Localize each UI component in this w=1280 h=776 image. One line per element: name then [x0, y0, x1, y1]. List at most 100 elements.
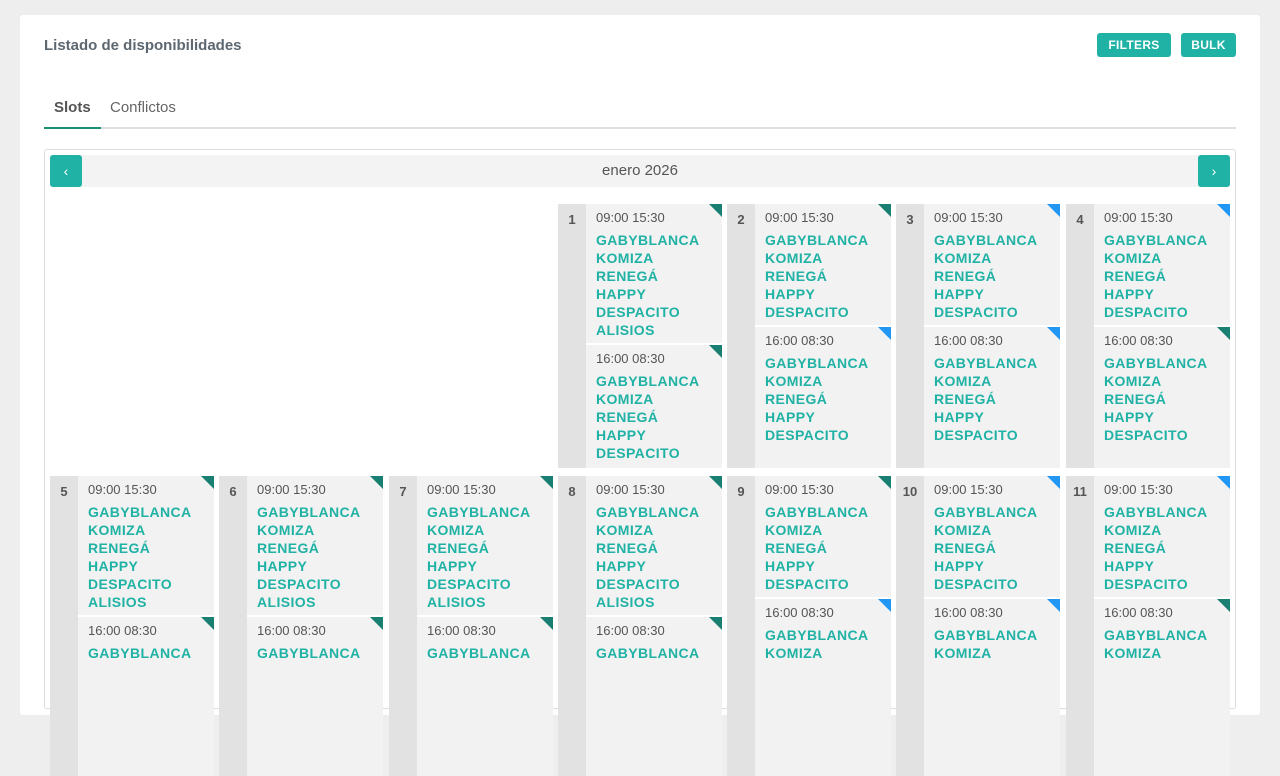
day-cell[interactable]: 1 09:00 15:30 GABYBLANCA KOMIZA RENEGÁ HAPPY D…	[558, 204, 722, 468]
property-link[interactable]: DESPACITO	[934, 426, 1060, 444]
property-link[interactable]: ALISIOS	[427, 593, 553, 611]
property-link[interactable]: GABYBLANCA	[1104, 354, 1230, 372]
slot-block[interactable]: 09:00 15:30 GABYBLANCA KOMIZA RENEGÁ HAPPY DE…	[586, 204, 722, 343]
property-link[interactable]: HAPPY	[1104, 408, 1230, 426]
slot-block[interactable]: 16:00 08:30 GABYBLANCA	[417, 615, 553, 666]
property-link[interactable]: KOMIZA	[934, 249, 1060, 267]
property-link[interactable]: ALISIOS	[88, 593, 214, 611]
property-link[interactable]: GABYBLANCA	[765, 231, 891, 249]
property-link[interactable]: GABYBLANCA	[934, 503, 1060, 521]
property-link[interactable]: DESPACITO	[765, 575, 891, 593]
property-link[interactable]: HAPPY	[88, 557, 214, 575]
property-link[interactable]: KOMIZA	[765, 521, 891, 539]
property-link[interactable]: HAPPY	[427, 557, 553, 575]
tab-conflictos[interactable]: Conflictos	[110, 99, 176, 129]
slot-block[interactable]: 16:00 08:30 GABYBLANCA KOMIZA	[924, 597, 1060, 666]
slot-block[interactable]: 09:00 15:30 GABYBLANCA KOMIZA RENEGÁ HAPPY DE…	[924, 476, 1060, 597]
property-link[interactable]: KOMIZA	[596, 390, 722, 408]
property-link[interactable]: DESPACITO	[596, 575, 722, 593]
property-link[interactable]: GABYBLANCA	[596, 503, 722, 521]
property-link[interactable]: HAPPY	[934, 285, 1060, 303]
property-link[interactable]: GABYBLANCA	[1104, 231, 1230, 249]
property-link[interactable]: RENEGÁ	[596, 267, 722, 285]
property-link[interactable]: GABYBLANCA	[88, 644, 214, 662]
property-link[interactable]: RENEGÁ	[934, 267, 1060, 285]
property-link[interactable]: GABYBLANCA	[934, 231, 1060, 249]
property-link[interactable]: HAPPY	[596, 285, 722, 303]
day-cell[interactable]: 9 09:00 15:30 GABYBLANCA KOMIZA RENEGÁ HAPPY D…	[727, 476, 891, 776]
property-link[interactable]: KOMIZA	[934, 644, 1060, 662]
property-link[interactable]: DESPACITO	[1104, 426, 1230, 444]
property-link[interactable]: KOMIZA	[765, 644, 891, 662]
slot-block[interactable]: 09:00 15:30 GABYBLANCA KOMIZA RENEGÁ HAPPY DE…	[1094, 204, 1230, 325]
property-link[interactable]: KOMIZA	[1104, 521, 1230, 539]
property-link[interactable]: KOMIZA	[765, 249, 891, 267]
property-link[interactable]: GABYBLANCA	[934, 626, 1060, 644]
property-link[interactable]: HAPPY	[1104, 285, 1230, 303]
property-link[interactable]: RENEGÁ	[596, 408, 722, 426]
property-link[interactable]: HAPPY	[765, 557, 891, 575]
property-link[interactable]: HAPPY	[765, 408, 891, 426]
property-link[interactable]: KOMIZA	[596, 521, 722, 539]
property-link[interactable]: ALISIOS	[596, 593, 722, 611]
slot-block[interactable]: 16:00 08:30 GABYBLANCA KOMIZA RENEGÁ HAPPY DE…	[586, 343, 722, 466]
property-link[interactable]: DESPACITO	[257, 575, 383, 593]
slot-block[interactable]: 16:00 08:30 GABYBLANCA	[78, 615, 214, 666]
property-link[interactable]: DESPACITO	[765, 426, 891, 444]
property-link[interactable]: RENEGÁ	[765, 267, 891, 285]
property-link[interactable]: GABYBLANCA	[88, 503, 214, 521]
property-link[interactable]: GABYBLANCA	[257, 644, 383, 662]
slot-block[interactable]: 09:00 15:30 GABYBLANCA KOMIZA RENEGÁ HAPPY DE…	[755, 476, 891, 597]
slot-block[interactable]: 16:00 08:30 GABYBLANCA KOMIZA RENEGÁ HAPPY DE…	[924, 325, 1060, 448]
property-link[interactable]: RENEGÁ	[934, 390, 1060, 408]
slot-block[interactable]: 09:00 15:30 GABYBLANCA KOMIZA RENEGÁ HAPPY DE…	[924, 204, 1060, 325]
slot-block[interactable]: 09:00 15:30 GABYBLANCA KOMIZA RENEGÁ HAPPY DE…	[247, 476, 383, 615]
bulk-button[interactable]: BULK	[1181, 33, 1236, 57]
slot-block[interactable]: 09:00 15:30 GABYBLANCA KOMIZA RENEGÁ HAPPY DE…	[78, 476, 214, 615]
property-link[interactable]: HAPPY	[596, 557, 722, 575]
property-link[interactable]: GABYBLANCA	[765, 503, 891, 521]
tab-slots[interactable]: Slots	[44, 99, 101, 129]
slot-block[interactable]: 09:00 15:30 GABYBLANCA KOMIZA RENEGÁ HAPPY DE…	[417, 476, 553, 615]
property-link[interactable]: GABYBLANCA	[1104, 626, 1230, 644]
day-cell[interactable]: 6 09:00 15:30 GABYBLANCA KOMIZA RENEGÁ HAPPY D…	[219, 476, 383, 776]
property-link[interactable]: RENEGÁ	[934, 539, 1060, 557]
day-cell[interactable]: 7 09:00 15:30 GABYBLANCA KOMIZA RENEGÁ HAPPY D…	[389, 476, 553, 776]
property-link[interactable]: KOMIZA	[257, 521, 383, 539]
property-link[interactable]: GABYBLANCA	[765, 354, 891, 372]
property-link[interactable]: KOMIZA	[934, 521, 1060, 539]
prev-month-button[interactable]: ‹	[50, 155, 82, 187]
property-link[interactable]: GABYBLANCA	[427, 644, 553, 662]
property-link[interactable]: DESPACITO	[1104, 303, 1230, 321]
property-link[interactable]: DESPACITO	[427, 575, 553, 593]
property-link[interactable]: RENEGÁ	[88, 539, 214, 557]
property-link[interactable]: KOMIZA	[1104, 372, 1230, 390]
property-link[interactable]: RENEGÁ	[1104, 539, 1230, 557]
property-link[interactable]: RENEGÁ	[765, 539, 891, 557]
slot-block[interactable]: 16:00 08:30 GABYBLANCA	[586, 615, 722, 666]
property-link[interactable]: RENEGÁ	[1104, 390, 1230, 408]
slot-block[interactable]: 16:00 08:30 GABYBLANCA KOMIZA RENEGÁ HAPPY DE…	[755, 325, 891, 448]
property-link[interactable]: DESPACITO	[1104, 575, 1230, 593]
property-link[interactable]: ALISIOS	[596, 321, 722, 339]
property-link[interactable]: HAPPY	[1104, 557, 1230, 575]
day-cell[interactable]: 3 09:00 15:30 GABYBLANCA KOMIZA RENEGÁ HAPPY D…	[896, 204, 1060, 468]
property-link[interactable]: DESPACITO	[765, 303, 891, 321]
property-link[interactable]: KOMIZA	[1104, 249, 1230, 267]
slot-block[interactable]: 09:00 15:30 GABYBLANCA KOMIZA RENEGÁ HAPPY DE…	[586, 476, 722, 615]
property-link[interactable]: RENEGÁ	[596, 539, 722, 557]
property-link[interactable]: GABYBLANCA	[765, 626, 891, 644]
property-link[interactable]: HAPPY	[934, 557, 1060, 575]
property-link[interactable]: GABYBLANCA	[596, 231, 722, 249]
day-cell[interactable]: 8 09:00 15:30 GABYBLANCA KOMIZA RENEGÁ HAPPY D…	[558, 476, 722, 776]
property-link[interactable]: DESPACITO	[88, 575, 214, 593]
property-link[interactable]: DESPACITO	[934, 575, 1060, 593]
property-link[interactable]: GABYBLANCA	[257, 503, 383, 521]
day-cell[interactable]: 11 09:00 15:30 GABYBLANCA KOMIZA RENEGÁ HAPPY…	[1066, 476, 1230, 776]
slot-block[interactable]: 09:00 15:30 GABYBLANCA KOMIZA RENEGÁ HAPPY DE…	[1094, 476, 1230, 597]
day-cell[interactable]: 4 09:00 15:30 GABYBLANCA KOMIZA RENEGÁ HAPPY D…	[1066, 204, 1230, 468]
property-link[interactable]: KOMIZA	[1104, 644, 1230, 662]
filters-button[interactable]: FILTERS	[1097, 33, 1171, 57]
property-link[interactable]: GABYBLANCA	[596, 644, 722, 662]
slot-block[interactable]: 16:00 08:30 GABYBLANCA KOMIZA	[755, 597, 891, 666]
